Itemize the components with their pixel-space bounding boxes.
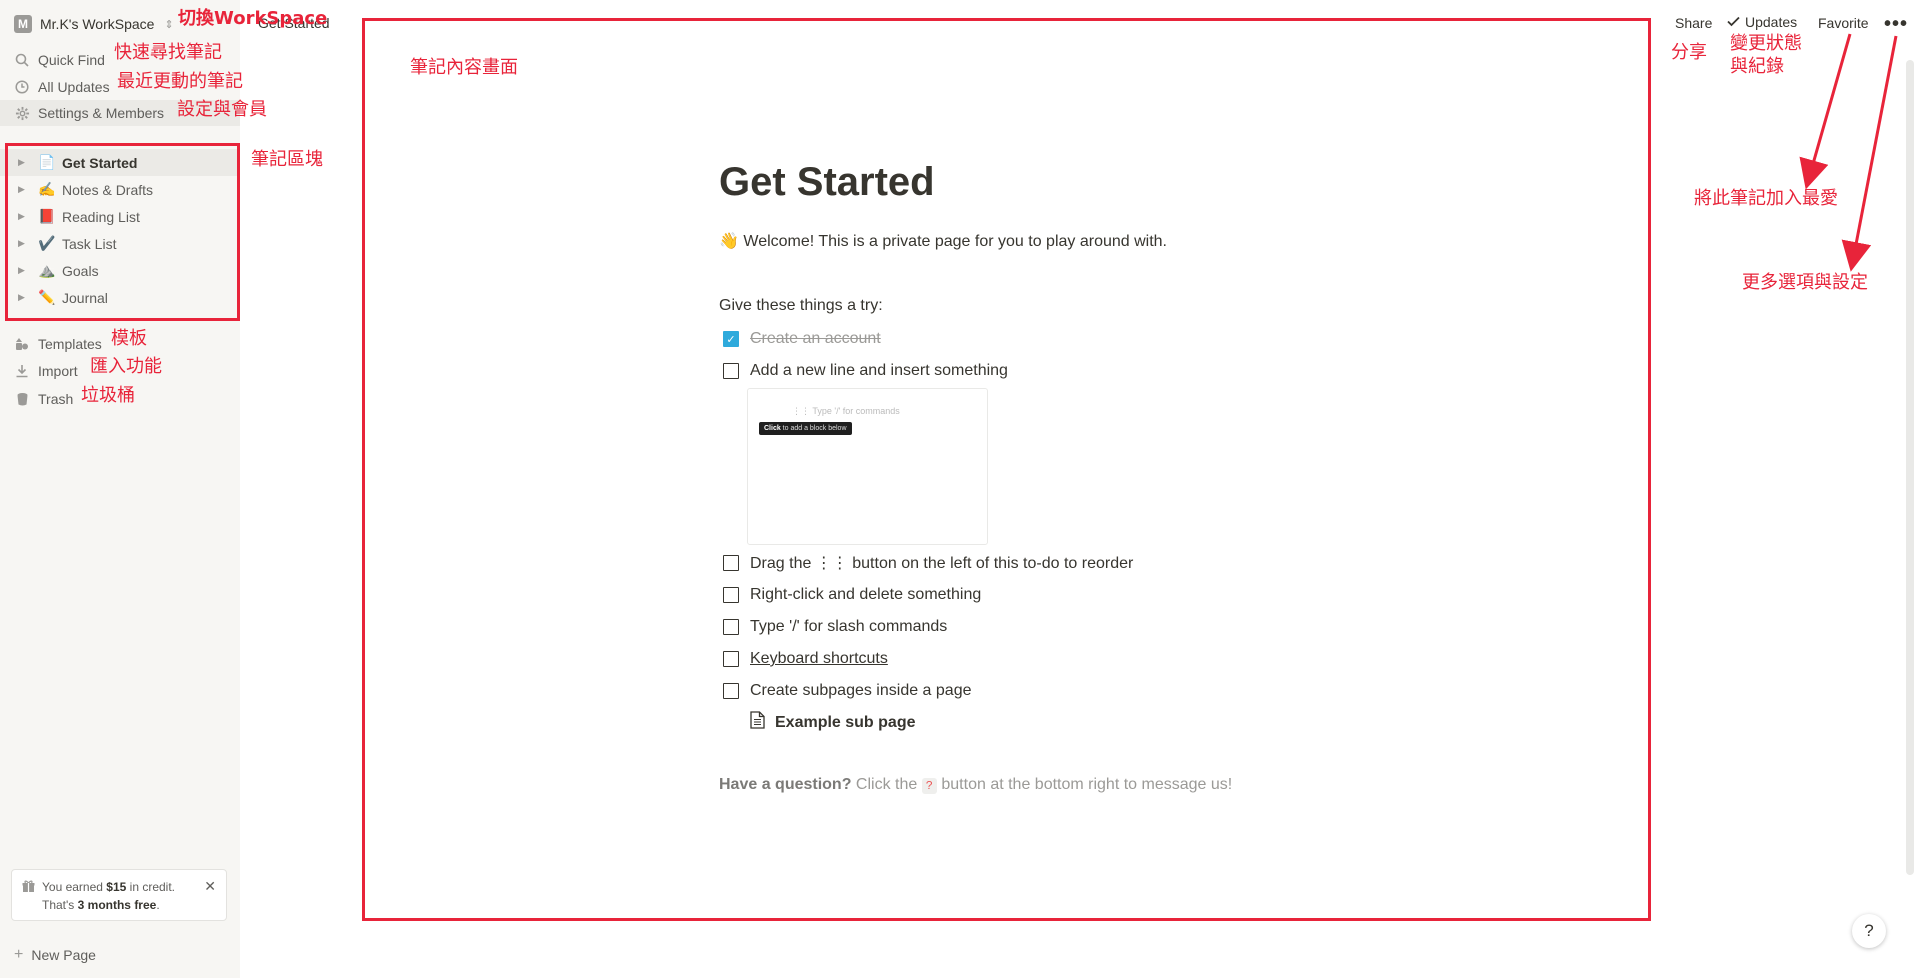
annotation-arrows	[1799, 33, 1898, 272]
arrow-to-more	[1841, 35, 1898, 272]
arrow-to-favorite	[1799, 33, 1852, 190]
